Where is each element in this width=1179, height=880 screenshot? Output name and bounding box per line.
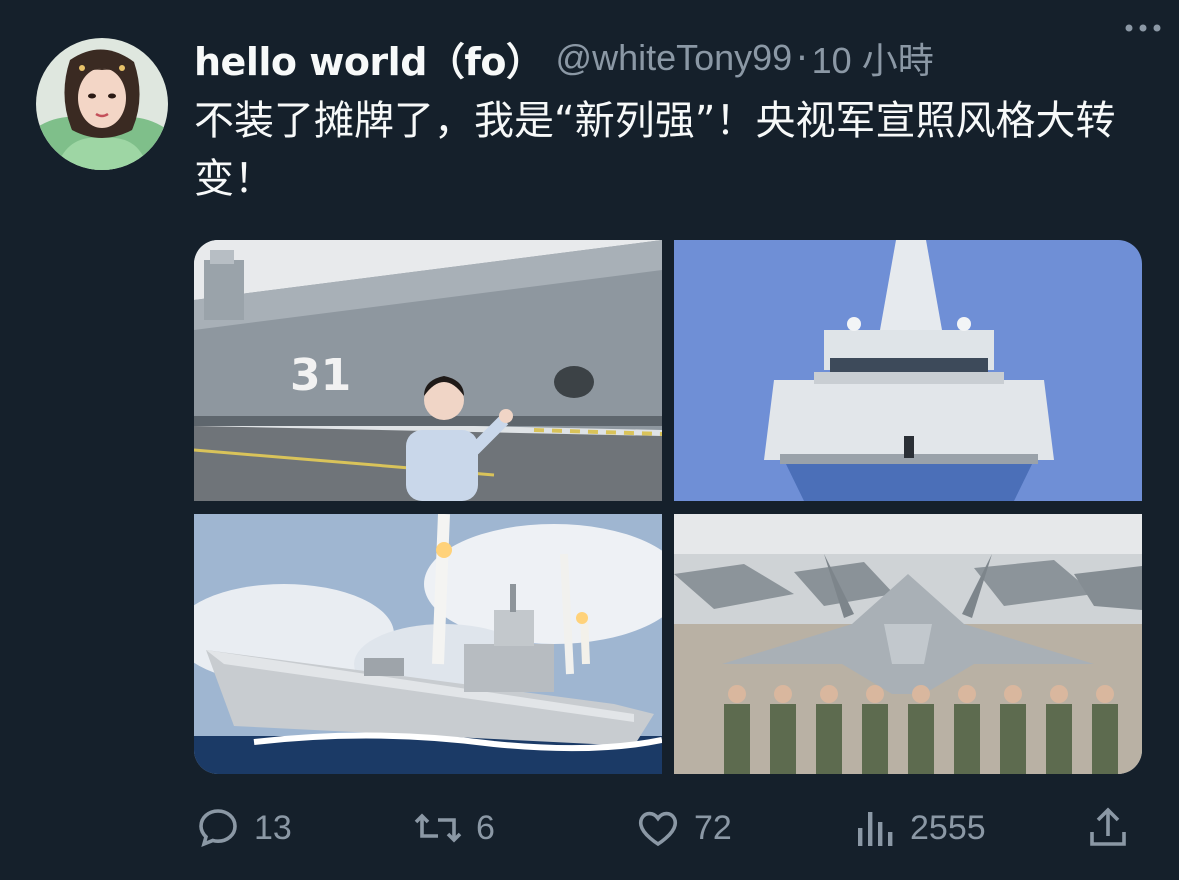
like-button[interactable]: 72	[634, 800, 732, 856]
views-button[interactable]: 2555	[854, 800, 986, 856]
media-image-missile-launch[interactable]	[194, 514, 662, 774]
retweet-count: 6	[476, 808, 495, 847]
reply-icon	[199, 809, 237, 848]
like-count: 72	[694, 808, 732, 847]
action-bar: 13 6 72 2555	[194, 800, 1144, 856]
avatar-image	[36, 38, 168, 170]
views-count: 2555	[910, 808, 986, 847]
retweet-icon	[414, 813, 462, 843]
display-name[interactable]: hello world（fo）	[194, 31, 544, 86]
tweet-text: 不装了摊牌了，我是“新列强”！央视军宣照风格大转变！	[194, 98, 1116, 202]
reply-button[interactable]: 13	[194, 800, 292, 856]
media-image-carrier[interactable]: 31	[194, 240, 662, 501]
hull-number: 31	[290, 350, 351, 401]
like-icon	[638, 811, 678, 847]
share-button[interactable]	[1086, 800, 1130, 856]
user-handle[interactable]: @whiteTony99	[556, 37, 793, 79]
avatar[interactable]	[36, 38, 168, 170]
views-icon	[858, 812, 893, 846]
tweet[interactable]: hello world（fo） @whiteTony99 · 10 小時 不装了…	[0, 0, 1179, 880]
timestamp[interactable]: 10 小時	[812, 32, 934, 84]
tweet-header: hello world（fo） @whiteTony99 · 10 小時	[194, 30, 1149, 86]
more-icon[interactable]	[1121, 16, 1165, 40]
media-image-fighter-jets[interactable]	[674, 514, 1142, 774]
media-grid: 31	[194, 240, 1142, 774]
separator: ·	[796, 37, 808, 79]
share-icon	[1090, 807, 1126, 846]
retweet-button[interactable]: 6	[412, 800, 495, 856]
media-image-destroyer-bow[interactable]	[674, 240, 1142, 501]
reply-count: 13	[254, 808, 292, 847]
